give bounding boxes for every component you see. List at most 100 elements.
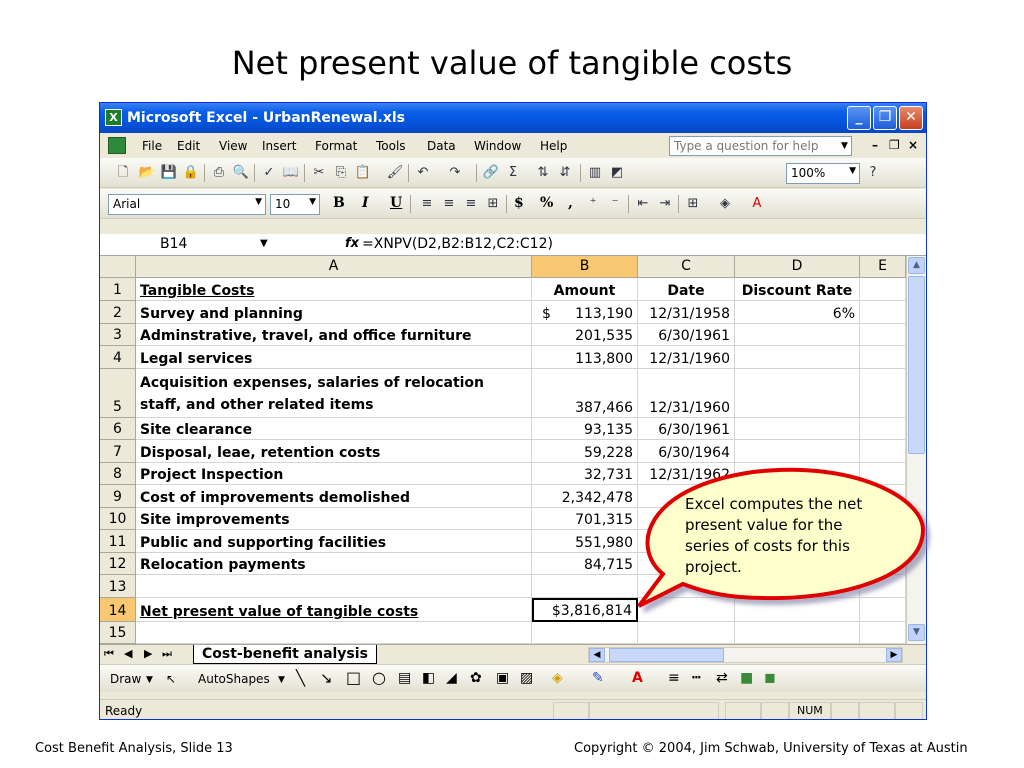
row-header[interactable]: 11 xyxy=(100,530,136,553)
row-header[interactable]: 13 xyxy=(100,575,136,598)
cell-c3[interactable]: 6/30/1961 xyxy=(638,324,735,346)
cell-d6[interactable] xyxy=(735,418,860,440)
menu-file[interactable]: File xyxy=(142,139,162,153)
font-size-select[interactable]: 10 ▼ xyxy=(270,194,320,215)
minimize-button[interactable]: _ xyxy=(847,106,871,130)
dash-style-icon[interactable]: ┅ xyxy=(692,670,700,686)
cell-b6[interactable]: 93,135 xyxy=(532,418,638,440)
drawing-icon[interactable]: ◩ xyxy=(608,164,626,182)
column-header-a[interactable]: A xyxy=(136,256,532,278)
cell-d5[interactable] xyxy=(735,369,860,418)
menu-view[interactable]: View xyxy=(219,139,247,153)
decrease-indent-icon[interactable]: ⇤ xyxy=(634,195,652,213)
cell-e6[interactable] xyxy=(860,418,906,440)
cell-c2[interactable]: 12/31/1958 xyxy=(638,301,735,324)
horizontal-scroll-thumb[interactable] xyxy=(609,648,724,662)
font-color-icon[interactable]: A xyxy=(748,195,766,213)
cell-c5[interactable]: 12/31/1960 xyxy=(638,369,735,418)
print-preview-icon[interactable]: 🔍 xyxy=(232,164,250,182)
font-name-select[interactable]: Arial ▼ xyxy=(108,194,266,215)
cell-b5[interactable]: 387,466 xyxy=(532,369,638,418)
workbook-icon[interactable] xyxy=(108,137,126,154)
cell-d3[interactable] xyxy=(735,324,860,346)
cell-b1[interactable]: Amount xyxy=(532,278,638,301)
cell-a5[interactable]: Acquisition expenses, salaries of reloca… xyxy=(136,369,532,418)
bold-button[interactable]: B xyxy=(333,195,345,211)
insert-picture-icon[interactable]: ▨ xyxy=(520,670,533,686)
next-sheet-icon[interactable]: ▶ xyxy=(144,647,152,660)
align-right-icon[interactable]: ≡ xyxy=(462,195,480,213)
cell-b3[interactable]: 201,535 xyxy=(532,324,638,346)
column-header-c[interactable]: C xyxy=(638,256,735,278)
select-all-corner[interactable] xyxy=(100,256,136,278)
cell-c6[interactable]: 6/30/1961 xyxy=(638,418,735,440)
menu-insert[interactable]: Insert xyxy=(262,139,296,153)
permission-icon[interactable]: 🔒 xyxy=(182,164,200,182)
copy-icon[interactable]: ⎘ xyxy=(332,164,350,182)
hyperlink-icon[interactable]: 🔗 xyxy=(482,164,500,182)
merge-center-icon[interactable]: ⊞ xyxy=(484,195,502,213)
select-objects-icon[interactable]: ↖ xyxy=(166,672,176,686)
paste-icon[interactable]: 📋 xyxy=(354,164,372,182)
cell-c4[interactable]: 12/31/1960 xyxy=(638,346,735,369)
cell-d4[interactable] xyxy=(735,346,860,369)
cell-d1[interactable]: Discount Rate xyxy=(735,278,860,301)
cell-c1[interactable]: Date xyxy=(638,278,735,301)
cell-a2[interactable]: Survey and planning xyxy=(136,301,532,324)
row-header[interactable]: 8 xyxy=(100,463,136,485)
row-header[interactable]: 1 xyxy=(100,278,136,301)
menu-window[interactable]: Window xyxy=(474,139,521,153)
currency-button[interactable]: $ xyxy=(514,195,524,211)
row-header[interactable]: 10 xyxy=(100,508,136,530)
cell-b4[interactable]: 113,800 xyxy=(532,346,638,369)
increase-decimal-icon[interactable]: ⁺ xyxy=(584,195,602,213)
cell-d2[interactable]: 6% xyxy=(735,301,860,324)
menu-data[interactable]: Data xyxy=(427,139,456,153)
align-center-icon[interactable]: ≡ xyxy=(440,195,458,213)
wordart-icon[interactable]: ◧ xyxy=(422,670,435,686)
close-button[interactable]: ✕ xyxy=(899,106,923,130)
sheet-tab-cost-benefit[interactable]: Cost-benefit analysis xyxy=(193,645,377,664)
chevron-down-icon[interactable]: ▼ xyxy=(260,238,268,249)
autosum-icon[interactable]: Σ xyxy=(504,164,522,182)
row-header[interactable]: 6 xyxy=(100,418,136,440)
new-icon[interactable]: 🗋 xyxy=(114,164,132,182)
cell-a6[interactable]: Site clearance xyxy=(136,418,532,440)
chart-wizard-icon[interactable]: ▥ xyxy=(586,164,604,182)
help-icon[interactable]: ? xyxy=(864,164,882,182)
draw-menu-button[interactable]: Draw xyxy=(110,672,141,686)
cell-a11[interactable]: Public and supporting facilities xyxy=(136,530,532,553)
cut-icon[interactable]: ✂ xyxy=(310,164,328,182)
scroll-left-icon[interactable]: ◀ xyxy=(589,648,605,662)
row-header[interactable]: 3 xyxy=(100,324,136,346)
diagram-icon[interactable]: ◢ xyxy=(446,670,457,686)
underline-button[interactable]: U xyxy=(390,195,402,211)
line-color-icon[interactable]: ✎ xyxy=(592,670,604,686)
first-sheet-icon[interactable]: ⏮ xyxy=(104,647,114,661)
textbox-icon[interactable]: ▤ xyxy=(398,670,411,686)
cell-a4[interactable]: Legal services xyxy=(136,346,532,369)
save-icon[interactable]: 💾 xyxy=(160,164,178,182)
comma-button[interactable]: , xyxy=(568,195,573,211)
cell-e2[interactable] xyxy=(860,301,906,324)
cell-a7[interactable]: Disposal, leae, retention costs xyxy=(136,440,532,463)
row-header[interactable]: 5 xyxy=(100,369,136,418)
percent-button[interactable]: % xyxy=(540,195,553,211)
clipart-icon[interactable]: ✿ xyxy=(470,670,482,686)
last-sheet-icon[interactable]: ⏭ xyxy=(162,647,172,661)
row-header[interactable]: 14 xyxy=(100,598,136,622)
fill-color-icon[interactable]: ◈ xyxy=(552,670,563,686)
print-icon[interactable]: ⎙ xyxy=(210,164,228,182)
redo-icon[interactable]: ↷ xyxy=(446,164,464,182)
decrease-decimal-icon[interactable]: ⁻ xyxy=(606,195,624,213)
oval-icon[interactable]: ○ xyxy=(372,668,386,687)
help-search-input[interactable]: Type a question for help xyxy=(669,136,852,156)
workbook-restore-button[interactable]: ❐ xyxy=(889,138,900,152)
arrow-icon[interactable]: ↘ xyxy=(320,669,333,687)
prev-sheet-icon[interactable]: ◀ xyxy=(124,647,132,660)
cell-a10[interactable]: Site improvements xyxy=(136,508,532,530)
borders-icon[interactable]: ⊞ xyxy=(684,195,702,213)
help-dropdown-icon[interactable]: ▼ xyxy=(841,141,848,151)
workbook-close-button[interactable]: × xyxy=(908,138,918,152)
cell-e1[interactable] xyxy=(860,278,906,301)
